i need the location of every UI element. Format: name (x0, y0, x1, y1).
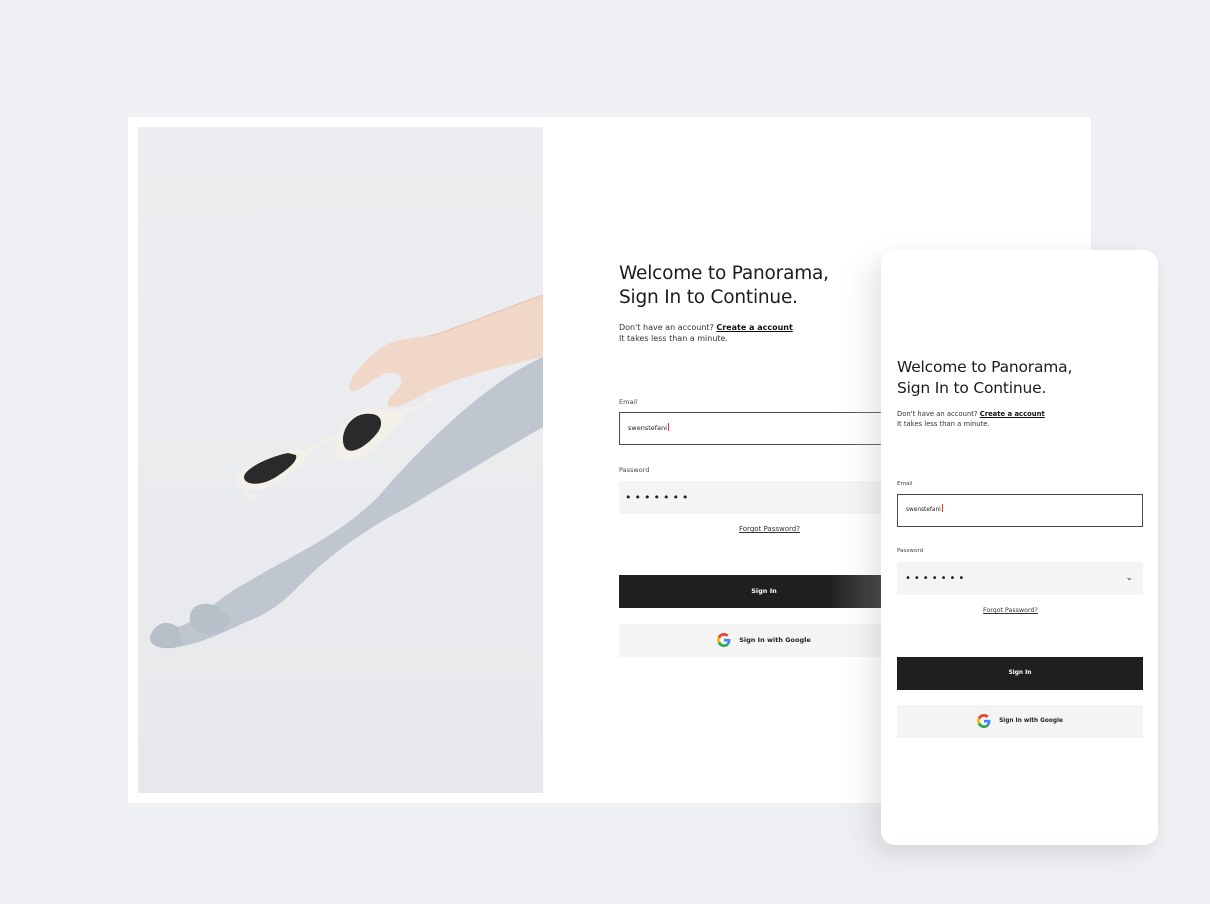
forgot-password-link[interactable]: Forgot Password? (739, 525, 800, 533)
no-account-text: Don't have an account? (619, 323, 714, 332)
signup-prompt: Don't have an account? Create a account … (619, 322, 919, 344)
mobile-text-caret (941, 504, 943, 512)
email-label: Email (619, 398, 638, 406)
mobile-password-label: Password (897, 548, 924, 554)
desktop-signin-form: Welcome to Panorama, Sign In to Continue… (619, 262, 919, 657)
password-mask: ••••••• (625, 491, 692, 504)
hero-photo-sunglasses (138, 127, 543, 793)
mobile-no-account-text: Don't have an account? (897, 410, 978, 418)
takes-less-text: It takes less than a minute. (619, 334, 729, 343)
mobile-title-line-1: Welcome to Panorama, (897, 358, 1073, 376)
chevron-down-icon[interactable]: ⌄ (1125, 562, 1133, 595)
mobile-forgot-password-link[interactable]: Forgot Password? (983, 607, 1038, 614)
hand-sunglasses-illustration (149, 294, 543, 649)
title-line-1: Welcome to Panorama, (619, 263, 829, 284)
password-label: Password (619, 466, 650, 474)
mobile-password-mask: ••••••• (905, 573, 968, 584)
mobile-signup-prompt: Don't have an account? Create a account … (897, 409, 1143, 429)
mobile-sign-in-button[interactable]: Sign In (897, 657, 1143, 690)
mobile-title-line-2: Sign In to Continue. (897, 379, 1047, 397)
title-line-2: Sign In to Continue. (619, 287, 798, 308)
mobile-takes-less-text: It takes less than a minute. (897, 420, 990, 428)
create-account-link[interactable]: Create a account (716, 323, 792, 332)
email-value: swenstefani (628, 424, 667, 432)
mobile-email-value: swenstefani (906, 507, 941, 513)
mobile-password-field[interactable]: ••••••• ⌄ (897, 562, 1143, 595)
google-signin-button[interactable]: Sign In with Google (619, 624, 909, 657)
mobile-page-title: Welcome to Panorama, Sign In to Continue… (897, 357, 1143, 399)
mobile-email-field[interactable]: swenstefani (897, 494, 1143, 527)
google-icon (717, 633, 731, 647)
mobile-signin-form: Welcome to Panorama, Sign In to Continue… (897, 357, 1143, 738)
mobile-create-account-link[interactable]: Create a account (980, 410, 1045, 418)
text-caret (667, 423, 669, 431)
google-icon (977, 713, 991, 728)
mobile-signin-card: Welcome to Panorama, Sign In to Continue… (881, 250, 1158, 845)
mobile-google-signin-button[interactable]: Sign In with Google (897, 705, 1143, 738)
page-title: Welcome to Panorama, Sign In to Continue… (619, 262, 919, 310)
password-field[interactable]: ••••••• (619, 481, 909, 514)
mobile-email-label: Email (897, 481, 913, 487)
google-button-label: Sign In with Google (739, 636, 811, 644)
sign-in-button[interactable]: Sign In (619, 575, 909, 608)
email-field[interactable]: swenstefani (619, 412, 909, 445)
mobile-google-button-label: Sign In with Google (999, 718, 1063, 724)
